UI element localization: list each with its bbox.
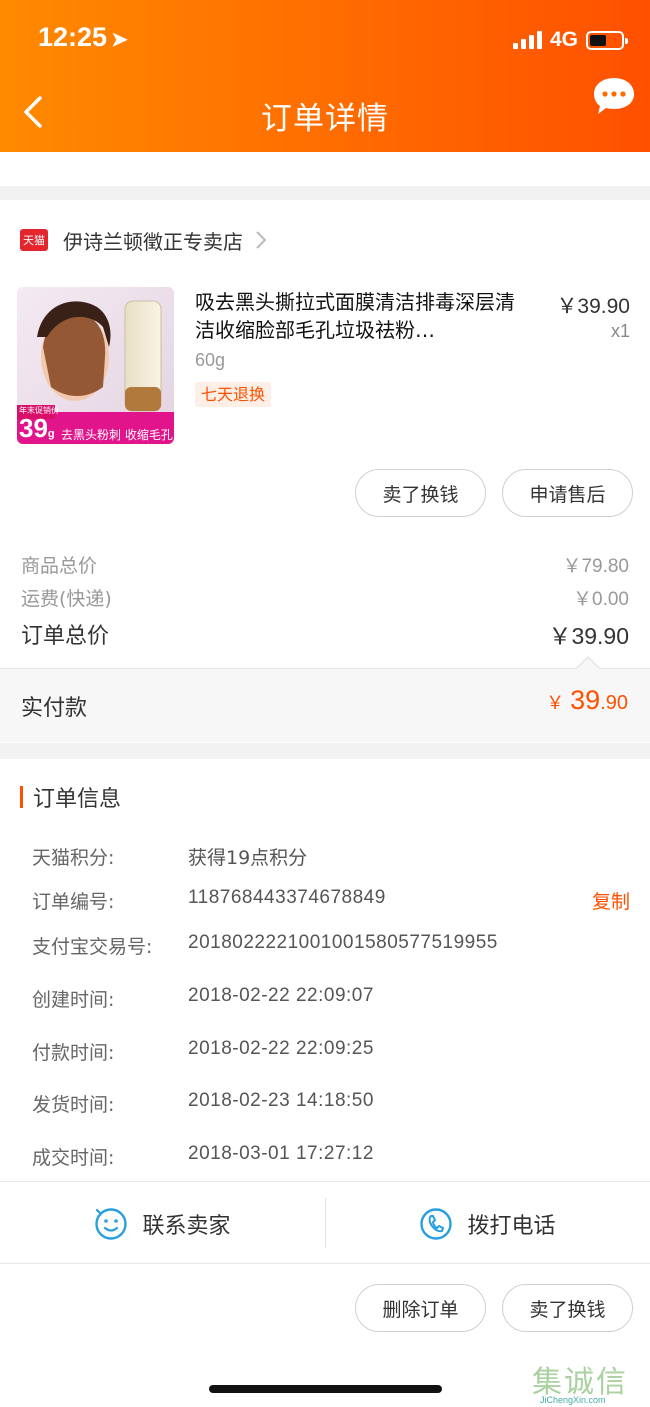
copy-button[interactable]: 复制 (592, 887, 630, 914)
sell-for-cash-button-bottom[interactable]: 卖了换钱 (502, 1284, 633, 1332)
store-name: 伊诗兰顿徵正专卖店 (63, 229, 243, 254)
section-divider (0, 186, 650, 200)
chevron-right-icon (256, 231, 267, 249)
goods-total-row: 商品总价 ￥79.80 (21, 551, 629, 578)
signal-icon (512, 31, 542, 49)
shipping-label: 运费(快递) (21, 588, 112, 610)
order-info-header: 订单信息 (20, 782, 121, 812)
product-sku: 60g (195, 350, 226, 370)
paid-value: ￥ 39.90 (546, 685, 628, 715)
product-price: ￥39.90 (556, 295, 630, 318)
paid-notch-inner (577, 658, 599, 669)
return-policy-badge: 七天退换 (195, 382, 272, 407)
store-row[interactable]: 天猫 伊诗兰顿徵正专卖店 (20, 225, 267, 255)
page-title: 订单详情 (261, 101, 389, 137)
product-image[interactable]: 年末促销价 39g 去黑头粉刺 收缩毛孔 (17, 287, 174, 444)
alipay-number: 2018022221001001580577519955 (188, 932, 498, 953)
order-total-row: 订单总价 ￥39.90 (21, 617, 629, 651)
contact-seller-button[interactable]: 联系卖家 (0, 1182, 325, 1265)
network-type: 4G (549, 28, 578, 51)
shipping-row: 运费(快递) ￥0.00 (21, 584, 629, 611)
tmall-icon: 天猫 (20, 229, 48, 251)
contact-bar: 联系卖家 拨打电话 (0, 1181, 650, 1264)
apply-after-sale-button[interactable]: 申请售后 (502, 469, 633, 517)
time-text: 12:25 (38, 22, 108, 52)
phone-icon (420, 1207, 453, 1240)
status-indicators: 4G (512, 28, 628, 52)
more-chat-icon[interactable] (592, 76, 636, 120)
chat-face-icon (95, 1207, 128, 1240)
top-header: 12:25 ➤ 4G 订单详情 (0, 0, 650, 152)
product-quantity: x1 (610, 321, 630, 341)
order-total-value: ￥39.90 (548, 623, 629, 649)
image-price-text: 39g (19, 413, 55, 443)
order-number: 118768443374678849 (188, 887, 386, 908)
goods-total-value: ￥79.80 (562, 556, 629, 577)
shipping-value: ￥0.00 (573, 589, 629, 610)
call-phone-button[interactable]: 拨打电话 (325, 1182, 650, 1265)
accent-bar (20, 786, 23, 808)
paid-amount-row: 实付款 ￥ 39.90 (0, 668, 650, 742)
goods-total-label: 商品总价 (21, 555, 98, 577)
section-divider (0, 743, 650, 759)
order-info-title: 订单信息 (33, 787, 122, 812)
location-arrow-icon: ➤ (111, 29, 128, 51)
status-time: 12:25 ➤ (38, 22, 128, 53)
delete-order-button[interactable]: 删除订单 (355, 1284, 486, 1332)
battery-icon (586, 30, 628, 50)
paid-label: 实付款 (21, 696, 88, 721)
home-indicator[interactable] (209, 1385, 442, 1393)
product-title[interactable]: 吸去黑头撕拉式面膜清洁排毒深层清洁收缩脸部毛孔垃圾祛粉… (195, 288, 525, 344)
image-caption-text: 去黑头粉刺 收缩毛孔 (61, 428, 173, 442)
order-total-label: 订单总价 (21, 624, 110, 649)
sell-for-cash-button[interactable]: 卖了换钱 (355, 469, 486, 517)
watermark-logo: 集诚信 JiChengXin.com (532, 1365, 628, 1405)
